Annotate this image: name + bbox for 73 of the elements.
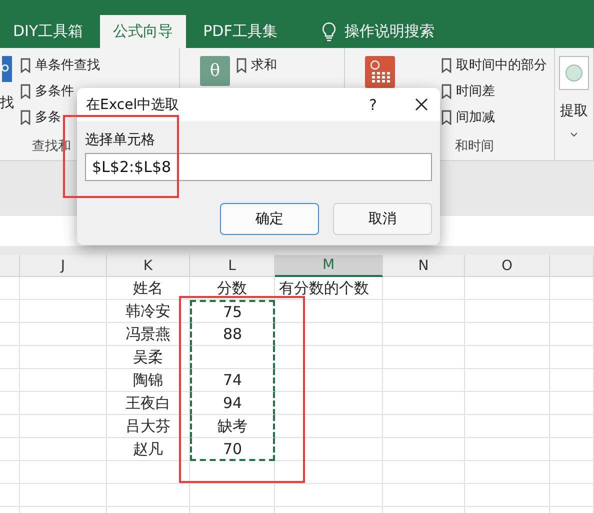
- empty-cell: [550, 415, 594, 438]
- search-icon[interactable]: [2, 56, 12, 82]
- empty-cell: [0, 484, 20, 507]
- search-hint[interactable]: 操作说明搜索: [344, 22, 434, 41]
- empty-cell: [550, 323, 594, 346]
- table-cell: 冯景燕: [107, 323, 190, 346]
- table-cell: 赵凡: [107, 438, 190, 461]
- column-header[interactable]: O: [465, 255, 550, 277]
- bookmark-icon: [20, 58, 31, 72]
- bookmark-icon: [441, 58, 452, 72]
- empty-cell: [550, 277, 594, 300]
- table-cell: 王夜白: [107, 392, 190, 415]
- empty-cell: [0, 369, 20, 392]
- table-cell: 有分数的个数: [275, 277, 383, 300]
- column-header[interactable]: N: [383, 255, 465, 277]
- table-cell: 94: [190, 392, 275, 415]
- lightbulb-icon: [322, 22, 336, 42]
- table-cell: 缺考: [190, 415, 275, 438]
- column-header[interactable]: J: [20, 255, 107, 277]
- ribbon-tab[interactable]: DIY工具箱: [0, 15, 96, 48]
- empty-cell: [0, 392, 20, 415]
- empty-cell: [550, 369, 594, 392]
- empty-cell: [550, 392, 594, 415]
- dialog-title: 在Excel中选取: [86, 96, 180, 114]
- ribbon-command[interactable]: 时间差: [456, 82, 495, 100]
- calendar-icon[interactable]: [365, 56, 395, 88]
- group-label: 和时间: [455, 138, 494, 155]
- ribbon-command[interactable]: 多条: [35, 108, 61, 126]
- bookmark-icon: [441, 84, 452, 98]
- bookmark-icon: [236, 58, 247, 72]
- ribbon-command[interactable]: 取时间中的部分: [456, 56, 547, 74]
- table-cell: 74: [190, 369, 275, 392]
- ribbon-button-label[interactable]: 找: [0, 94, 14, 112]
- dialog-button[interactable]: 取消: [333, 203, 432, 235]
- empty-cell: [550, 461, 594, 484]
- ribbon-command[interactable]: 单条件查找: [35, 56, 100, 74]
- dialog-button[interactable]: 确定: [220, 203, 319, 235]
- empty-cell: [0, 438, 20, 461]
- ribbon-command[interactable]: 多条件: [35, 82, 74, 100]
- empty-cell: [550, 484, 594, 507]
- empty-cell: [0, 323, 20, 346]
- column-header[interactable]: L: [190, 255, 275, 277]
- empty-cell: [0, 300, 20, 323]
- table-cell: 韩冷安: [107, 300, 190, 323]
- table-cell: 分数: [190, 277, 275, 300]
- bookmark-icon: [20, 110, 31, 124]
- ribbon-tab[interactable]: 公式向导: [100, 15, 186, 48]
- ribbon-tab[interactable]: PDF工具集: [190, 15, 290, 48]
- table-cell: 70: [190, 438, 275, 461]
- field-label: 选择单元格: [85, 131, 155, 149]
- table-cell: 75: [190, 300, 275, 323]
- range-input-field[interactable]: $L$2:$L$8: [85, 153, 432, 181]
- empty-cell: [0, 415, 20, 438]
- help-button[interactable]: ?: [369, 96, 377, 114]
- ribbon-command[interactable]: 求和: [251, 56, 277, 74]
- ribbon-button-label[interactable]: 提取: [560, 102, 588, 120]
- table-cell: 陶锦: [107, 369, 190, 392]
- empty-cell: [0, 461, 20, 484]
- caret-icon[interactable]: [570, 132, 578, 137]
- table-cell: 吴柔: [107, 346, 190, 369]
- ribbon-command[interactable]: 间加减: [456, 108, 495, 126]
- empty-cell: [550, 300, 594, 323]
- table-cell: 吕大芬: [107, 415, 190, 438]
- bookmark-icon: [20, 84, 31, 98]
- column-header[interactable]: M: [275, 255, 383, 277]
- bookmark-icon: [441, 110, 452, 124]
- empty-cell: [550, 438, 594, 461]
- empty-cell: [550, 346, 594, 369]
- column-header[interactable]: K: [107, 255, 190, 277]
- table-cell: 88: [190, 323, 275, 346]
- table-cell: 姓名: [107, 277, 190, 300]
- close-icon[interactable]: [415, 98, 428, 111]
- empty-cell: [0, 346, 20, 369]
